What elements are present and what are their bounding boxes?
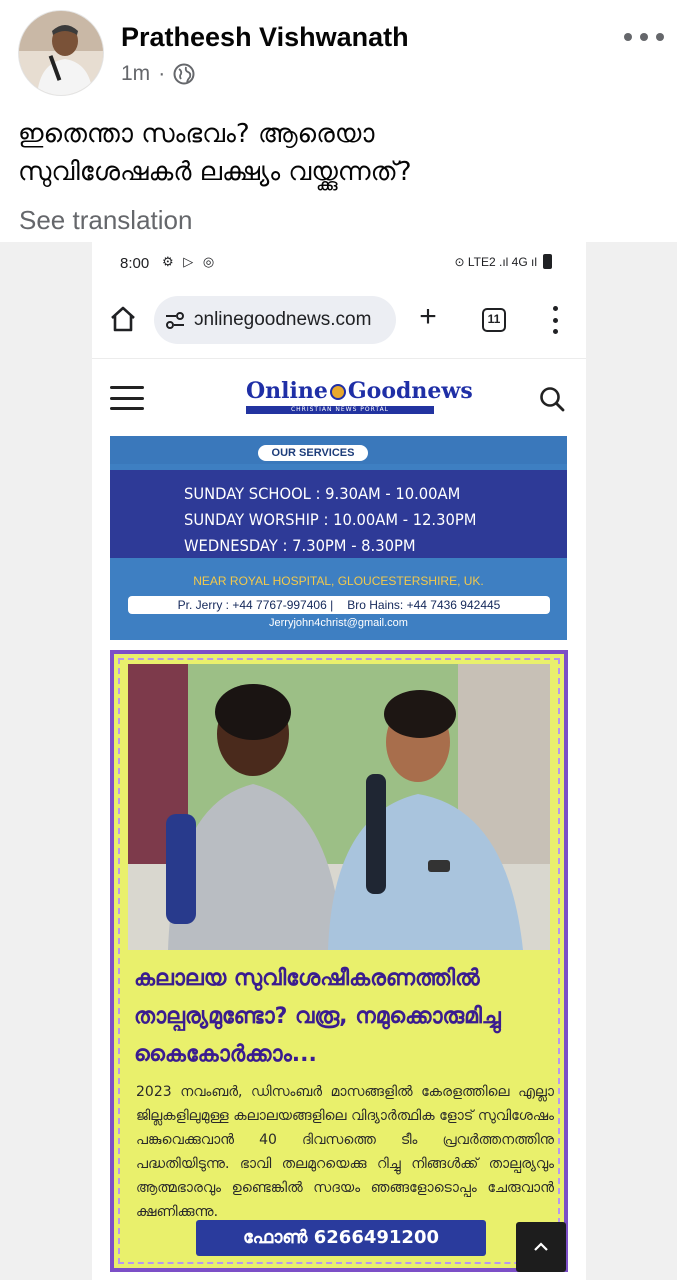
author-name[interactable]: Pratheesh Vishwanath — [121, 22, 409, 53]
browser-menu-button[interactable] — [550, 306, 560, 334]
post-header: Pratheesh Vishwanath 1m · — [0, 0, 677, 100]
meta-separator: · — [158, 62, 166, 85]
menu-dot — [552, 329, 558, 334]
more-vertical-icon — [552, 306, 558, 311]
advert-poster[interactable]: കലാലയ സുവിശേഷീകരണത്തിൽ താല്പര്യമുണ്ടോ? വ… — [110, 650, 568, 1272]
services-banner[interactable]: OUR SERVICES SUNDAY SCHOOL : 9.30AM - 10… — [110, 436, 567, 640]
address-bar-url: ɔnlinegoodnews.com — [194, 309, 372, 330]
menu-line — [110, 407, 144, 410]
advert-phone-banner: ഫോൺ 6266491200 — [196, 1220, 486, 1256]
scroll-to-top-button[interactable] — [516, 1222, 566, 1272]
advert-photo — [128, 664, 550, 950]
status-notification-icons: ⚙ ▷ ◎ — [162, 254, 218, 269]
post-text-line-1: ഇതെന്താ സംഭവം? ആരെയാ — [18, 119, 375, 149]
search-icon[interactable] — [538, 385, 566, 413]
hamburger-menu-icon[interactable] — [110, 386, 144, 410]
service-wednesday: WEDNESDAY : 7.30PM - 8.30PM — [184, 536, 416, 555]
post-meta: 1m · — [121, 62, 195, 86]
menu-line — [110, 396, 144, 400]
chevron-up-icon — [534, 1242, 548, 1251]
service-sunday-school: SUNDAY SCHOOL : 9.30AM - 10.00AM — [184, 484, 461, 503]
site-info-icon[interactable] — [164, 309, 186, 331]
tab-switcher-button[interactable]: 11 — [482, 308, 506, 332]
more-dot — [640, 33, 648, 41]
home-icon[interactable] — [108, 304, 138, 334]
site-logo[interactable]: Online Goodnews CHRISTIAN NEWS PORTAL — [246, 377, 473, 417]
menu-dot — [552, 317, 558, 323]
logo-tagline: CHRISTIAN NEWS PORTAL — [246, 406, 434, 414]
status-bar: 8:00 ⚙ ▷ ◎ ⊙ LTE2 .ıl 4G ıl — [92, 242, 586, 286]
see-translation-link[interactable]: See translation — [19, 205, 192, 236]
logo-emblem-icon — [329, 384, 346, 400]
status-time: 8:00 — [120, 255, 150, 272]
menu-line — [110, 386, 144, 389]
post-image[interactable]: 8:00 ⚙ ▷ ◎ ⊙ LTE2 .ıl 4G ıl ɔnlinegoodne… — [92, 242, 586, 1280]
status-right: ⊙ LTE2 .ıl 4G ıl — [454, 254, 552, 269]
services-address: NEAR ROYAL HOSPITAL, GLOUCESTERSHIRE, UK… — [193, 574, 484, 588]
site-header: Online Goodnews CHRISTIAN NEWS PORTAL — [92, 358, 586, 436]
advert-body: 2023 നവംബർ, ഡിസംബർ മാസങ്ങളിൽ കേരളത്തിലെ … — [136, 1084, 554, 1220]
services-email: Jerryjohn4christ@gmail.com — [269, 617, 408, 629]
post-text-line-2: സുവിശേഷകർ ലക്ഷ്യം വയ്ക്കുന്നത്? — [18, 157, 412, 187]
author-avatar[interactable] — [18, 10, 104, 96]
address-bar[interactable]: ɔnlinegoodnews.com — [154, 296, 396, 344]
battery-icon — [543, 254, 552, 269]
post-options-button[interactable] — [624, 26, 664, 48]
avatar-photo — [19, 11, 103, 95]
post-text: ഇതെന്താ സംഭവം? ആരെയാ സുവിശേഷകർ ലക്ഷ്യം വ… — [18, 115, 658, 191]
logo-wordmark: Online Goodnews — [246, 377, 473, 405]
logo-online: Online — [246, 378, 328, 404]
signal-icons: ⊙ LTE2 .ıl 4G ıl — [454, 254, 537, 269]
browser-toolbar: ɔnlinegoodnews.com + 11 — [92, 290, 586, 352]
contact-brother: Bro Hains: +44 7436 942445 — [347, 598, 501, 612]
new-tab-button[interactable]: + — [414, 302, 442, 332]
contact-pastor: Pr. Jerry : +44 7767-997406 | — [177, 598, 334, 612]
services-tag: OUR SERVICES — [258, 445, 368, 461]
more-dot — [656, 33, 664, 41]
advert-heading: കലാലയ സുവിശേഷീകരണത്തിൽ താല്പര്യമുണ്ടോ? വ… — [134, 966, 501, 1067]
globe-icon — [173, 63, 195, 85]
logo-goodnews: Goodnews — [347, 378, 473, 404]
more-horizontal-icon — [624, 33, 632, 41]
post-time[interactable]: 1m — [121, 62, 150, 86]
services-contacts: Pr. Jerry : +44 7767-997406 | Bro Hains:… — [128, 596, 550, 614]
service-sunday-worship: SUNDAY WORSHIP : 10.00AM - 12.30PM — [184, 510, 477, 529]
